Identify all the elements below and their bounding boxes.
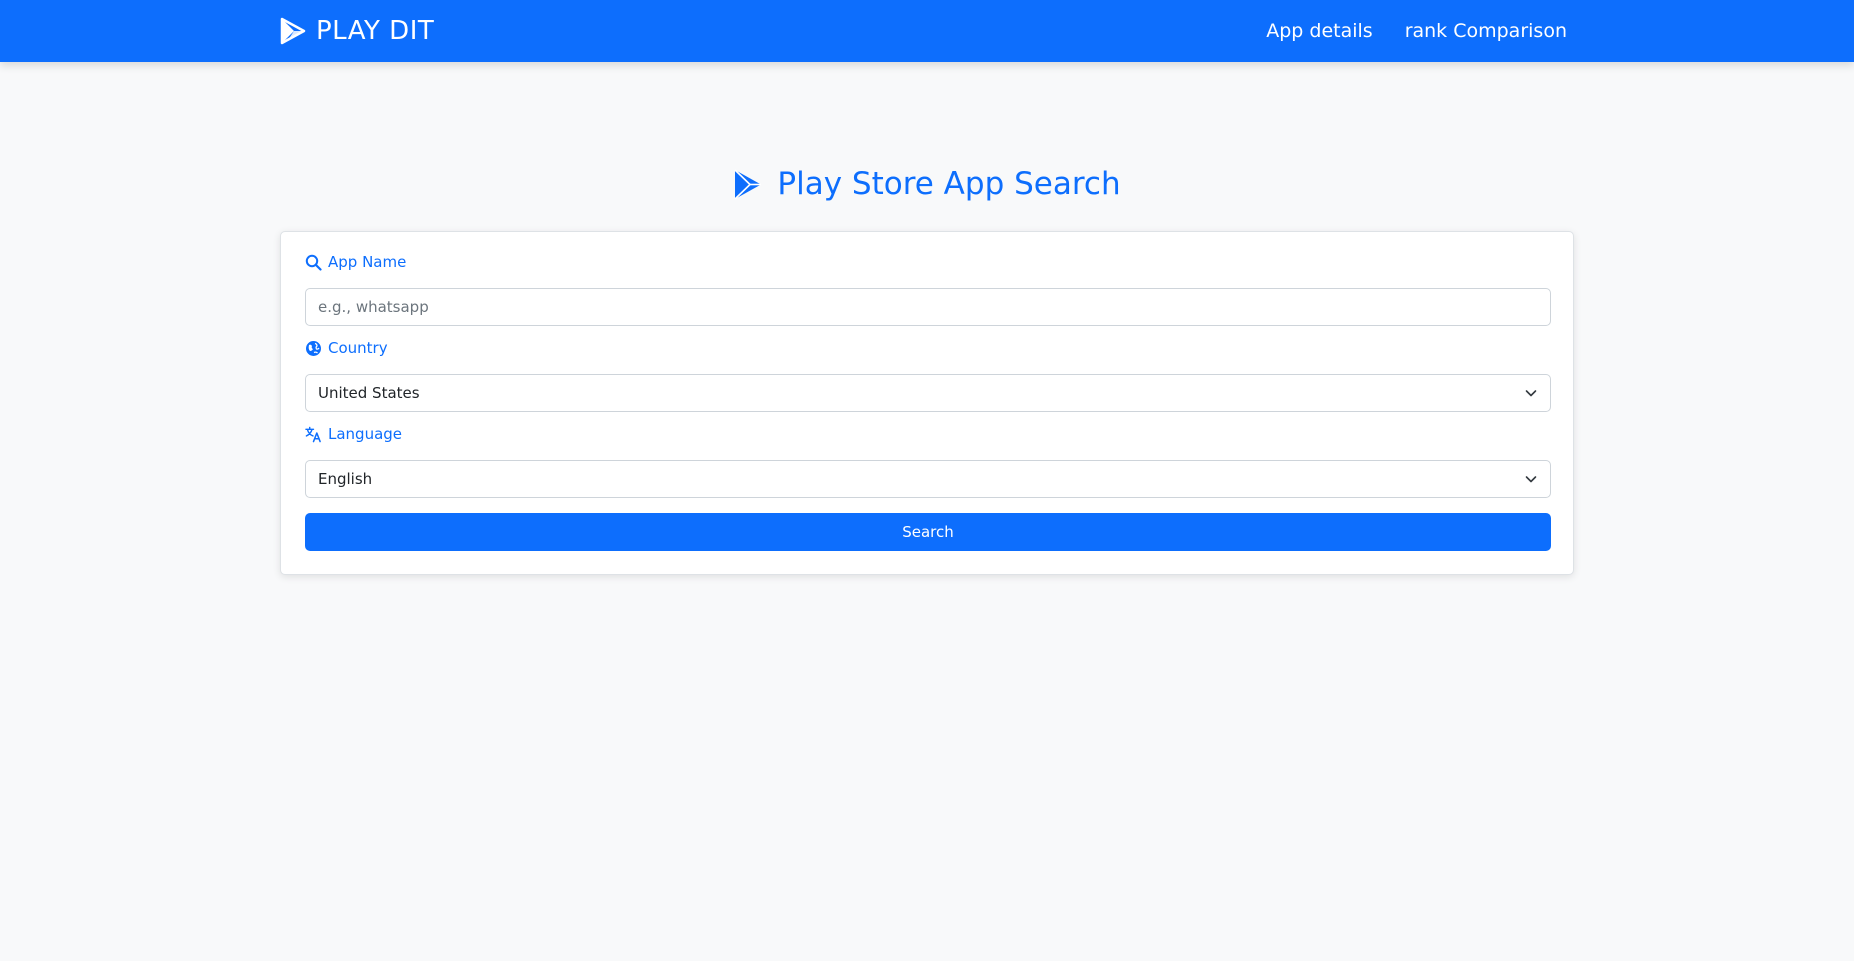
nav-link-app-details[interactable]: App details [1266, 20, 1372, 42]
search-button[interactable]: Search [305, 513, 1551, 551]
language-label: Language [305, 425, 402, 443]
country-select[interactable]: United States [305, 374, 1551, 412]
country-select-value: United States [318, 384, 420, 402]
app-name-input[interactable] [305, 288, 1551, 326]
brand-name: PLAY DIT [316, 16, 435, 46]
search-icon [305, 254, 322, 271]
globe-icon [305, 340, 322, 357]
language-label-text: Language [328, 425, 403, 443]
play-icon [733, 168, 763, 201]
language-select-value: English [318, 470, 373, 488]
nav-links: App details rank Comparison [1266, 0, 1567, 62]
translate-icon [305, 426, 322, 443]
brand-link[interactable]: PLAY DIT [280, 0, 434, 62]
app-name-label-text: App Name [328, 253, 407, 271]
chevron-down-icon [1524, 472, 1538, 486]
page-heading-text: Play Store App Search [777, 166, 1121, 202]
play-icon [280, 17, 306, 45]
language-select[interactable]: English [305, 460, 1551, 498]
country-label: Country [305, 339, 388, 357]
country-label-text: Country [328, 339, 388, 357]
chevron-down-icon [1524, 386, 1538, 400]
app-name-label: App Name [305, 253, 406, 271]
top-navbar: PLAY DIT App details rank Comparison [0, 0, 1854, 62]
nav-link-rank-comparison[interactable]: rank Comparison [1405, 20, 1567, 42]
search-form-card: App Name Country United States [280, 231, 1574, 575]
page-title: Play Store App Search [0, 166, 1854, 202]
